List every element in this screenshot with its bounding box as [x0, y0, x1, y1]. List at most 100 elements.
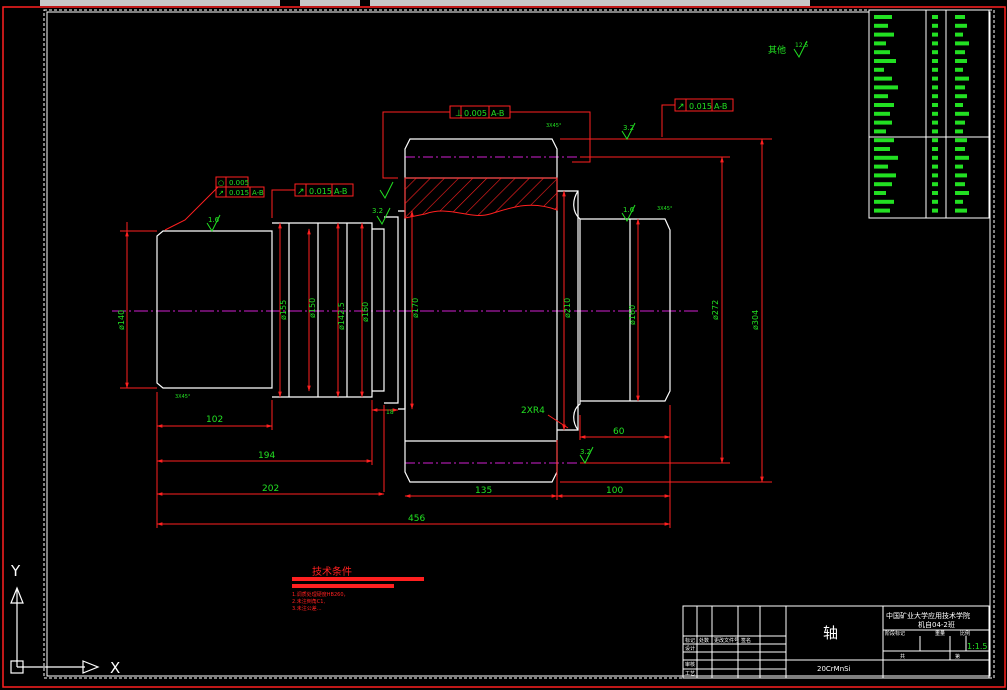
- parameter-cell: [932, 59, 938, 63]
- svg-text:轴: 轴: [823, 624, 838, 642]
- parameter-cell: [874, 208, 890, 213]
- parameter-cell: [932, 120, 938, 125]
- svg-text:技术条件: 技术条件: [312, 565, 352, 578]
- parameter-cell: [932, 191, 938, 195]
- parameter-cell: [955, 111, 969, 116]
- svg-text:0.015: 0.015: [309, 187, 332, 196]
- svg-text:ø142.5: ø142.5: [337, 302, 346, 330]
- svg-text:阶段标记: 阶段标记: [885, 630, 905, 637]
- svg-text:3X45°: 3X45°: [546, 123, 562, 129]
- parameter-cell: [955, 15, 965, 19]
- parameter-cell: [932, 15, 938, 19]
- fcf-perpendicularity: ⊥ 0.005 A-B: [449, 105, 511, 119]
- svg-text:○: ○: [218, 179, 224, 187]
- svg-text:456: 456: [408, 514, 425, 524]
- parameter-cell: [874, 129, 886, 134]
- parameter-cell: [955, 23, 967, 28]
- svg-text:60: 60: [613, 427, 625, 437]
- svg-text:1:1.5: 1:1.5: [967, 642, 988, 651]
- svg-text:ø160: ø160: [628, 305, 637, 325]
- parameter-cell: [932, 164, 938, 169]
- parameter-cell: [955, 129, 963, 134]
- svg-text:A-B: A-B: [252, 189, 264, 197]
- parameter-cell: [955, 103, 963, 107]
- parameter-cell: [932, 103, 938, 107]
- parameter-cell: [874, 94, 888, 99]
- svg-text:135: 135: [475, 486, 492, 496]
- svg-text:A-B: A-B: [491, 109, 504, 118]
- svg-text:A-B: A-B: [334, 187, 347, 196]
- parameter-cell: [874, 138, 894, 143]
- svg-text:20CrMnSi: 20CrMnSi: [817, 665, 851, 673]
- parameter-cell: [932, 173, 938, 178]
- parameter-cell: [932, 76, 938, 81]
- parameter-cell: [874, 32, 894, 37]
- parameter-cell: [874, 23, 888, 28]
- horizontal-dimensions: [156, 392, 671, 528]
- cad-drawing-canvas[interactable]: ⊥ 0.005 A-B ↗ 0.015 A-B ↗ 0.015 A-B ○ 0.…: [0, 0, 1007, 690]
- sheet-border: [43, 9, 995, 679]
- parameter-cell: [932, 199, 938, 204]
- parameter-cell: [932, 138, 938, 143]
- fcf-runout-right: ↗ 0.015 A-B: [674, 98, 734, 112]
- svg-text:ø160: ø160: [361, 302, 370, 322]
- svg-text:处数: 处数: [699, 637, 709, 644]
- parameter-cell: [955, 76, 969, 81]
- svg-text:其他: 其他: [768, 44, 786, 56]
- ucs-axis-icon[interactable]: [10, 586, 100, 674]
- parameter-cell: [932, 50, 938, 55]
- svg-text:机自04-2班: 机自04-2班: [918, 620, 955, 629]
- svg-text:202: 202: [262, 484, 279, 494]
- svg-text:3.2: 3.2: [580, 448, 591, 456]
- svg-text:2XR4: 2XR4: [521, 406, 545, 416]
- parameter-cell: [955, 147, 965, 151]
- svg-text:审核: 审核: [685, 661, 695, 668]
- parameter-cell: [932, 155, 938, 160]
- parameter-cell: [874, 50, 890, 55]
- parameter-cell: [955, 59, 967, 63]
- svg-text:0.005: 0.005: [229, 179, 249, 187]
- tolerance-leaders: [126, 104, 675, 231]
- parameter-cell: [932, 111, 938, 116]
- parameter-cell: [955, 94, 967, 99]
- parameter-cell: [874, 191, 886, 195]
- parameter-cell: [955, 191, 969, 195]
- parameter-cell: [955, 155, 969, 160]
- parameter-cell: [874, 147, 890, 151]
- svg-text:100: 100: [606, 486, 623, 496]
- ucs-y-label: Y: [10, 562, 21, 580]
- svg-text:3.2: 3.2: [372, 207, 383, 215]
- svg-text:中国矿业大学应用技术学院: 中国矿业大学应用技术学院: [886, 611, 970, 620]
- parameter-cell: [955, 208, 967, 213]
- parameter-cell: [874, 76, 892, 81]
- technical-notes: 技术条件 1.调质处理硬度HB260， 2.未注倒角C1, 3.未注公差...: [292, 565, 424, 612]
- svg-text:第: 第: [955, 653, 960, 660]
- parameter-cell: [932, 67, 938, 72]
- dimension-text: 102 194 202 456 135 100 60 18 2XR4 ø140 …: [117, 298, 760, 524]
- svg-text:0.015: 0.015: [229, 189, 249, 197]
- svg-text:↗: ↗: [297, 187, 305, 197]
- parameter-cell: [955, 199, 963, 204]
- parameter-cell: [955, 120, 965, 125]
- svg-text:1.6: 1.6: [208, 216, 220, 224]
- svg-text:18: 18: [386, 409, 394, 416]
- gear-section-hatch: [404, 177, 558, 219]
- svg-text:3.2: 3.2: [623, 124, 634, 132]
- parameter-cell: [955, 32, 963, 37]
- svg-text:比例: 比例: [960, 630, 970, 637]
- svg-text:ø155: ø155: [279, 300, 288, 320]
- fcf-runout-mid: ↗ 0.015 A-B: [294, 183, 354, 197]
- parameter-cell: [874, 182, 892, 187]
- svg-text:共: 共: [900, 653, 905, 660]
- parameter-cell: [955, 50, 965, 55]
- parameter-cell: [955, 41, 969, 46]
- parameter-cell: [874, 155, 898, 160]
- svg-text:ø272: ø272: [711, 300, 720, 320]
- parameter-cell: [874, 199, 894, 204]
- parameter-cell: [932, 85, 938, 90]
- parameter-cell: [932, 182, 938, 187]
- svg-text:3X45°: 3X45°: [175, 394, 191, 400]
- parameter-cell: [955, 182, 965, 187]
- parameter-cell: [932, 94, 938, 99]
- parameter-cell: [932, 129, 938, 134]
